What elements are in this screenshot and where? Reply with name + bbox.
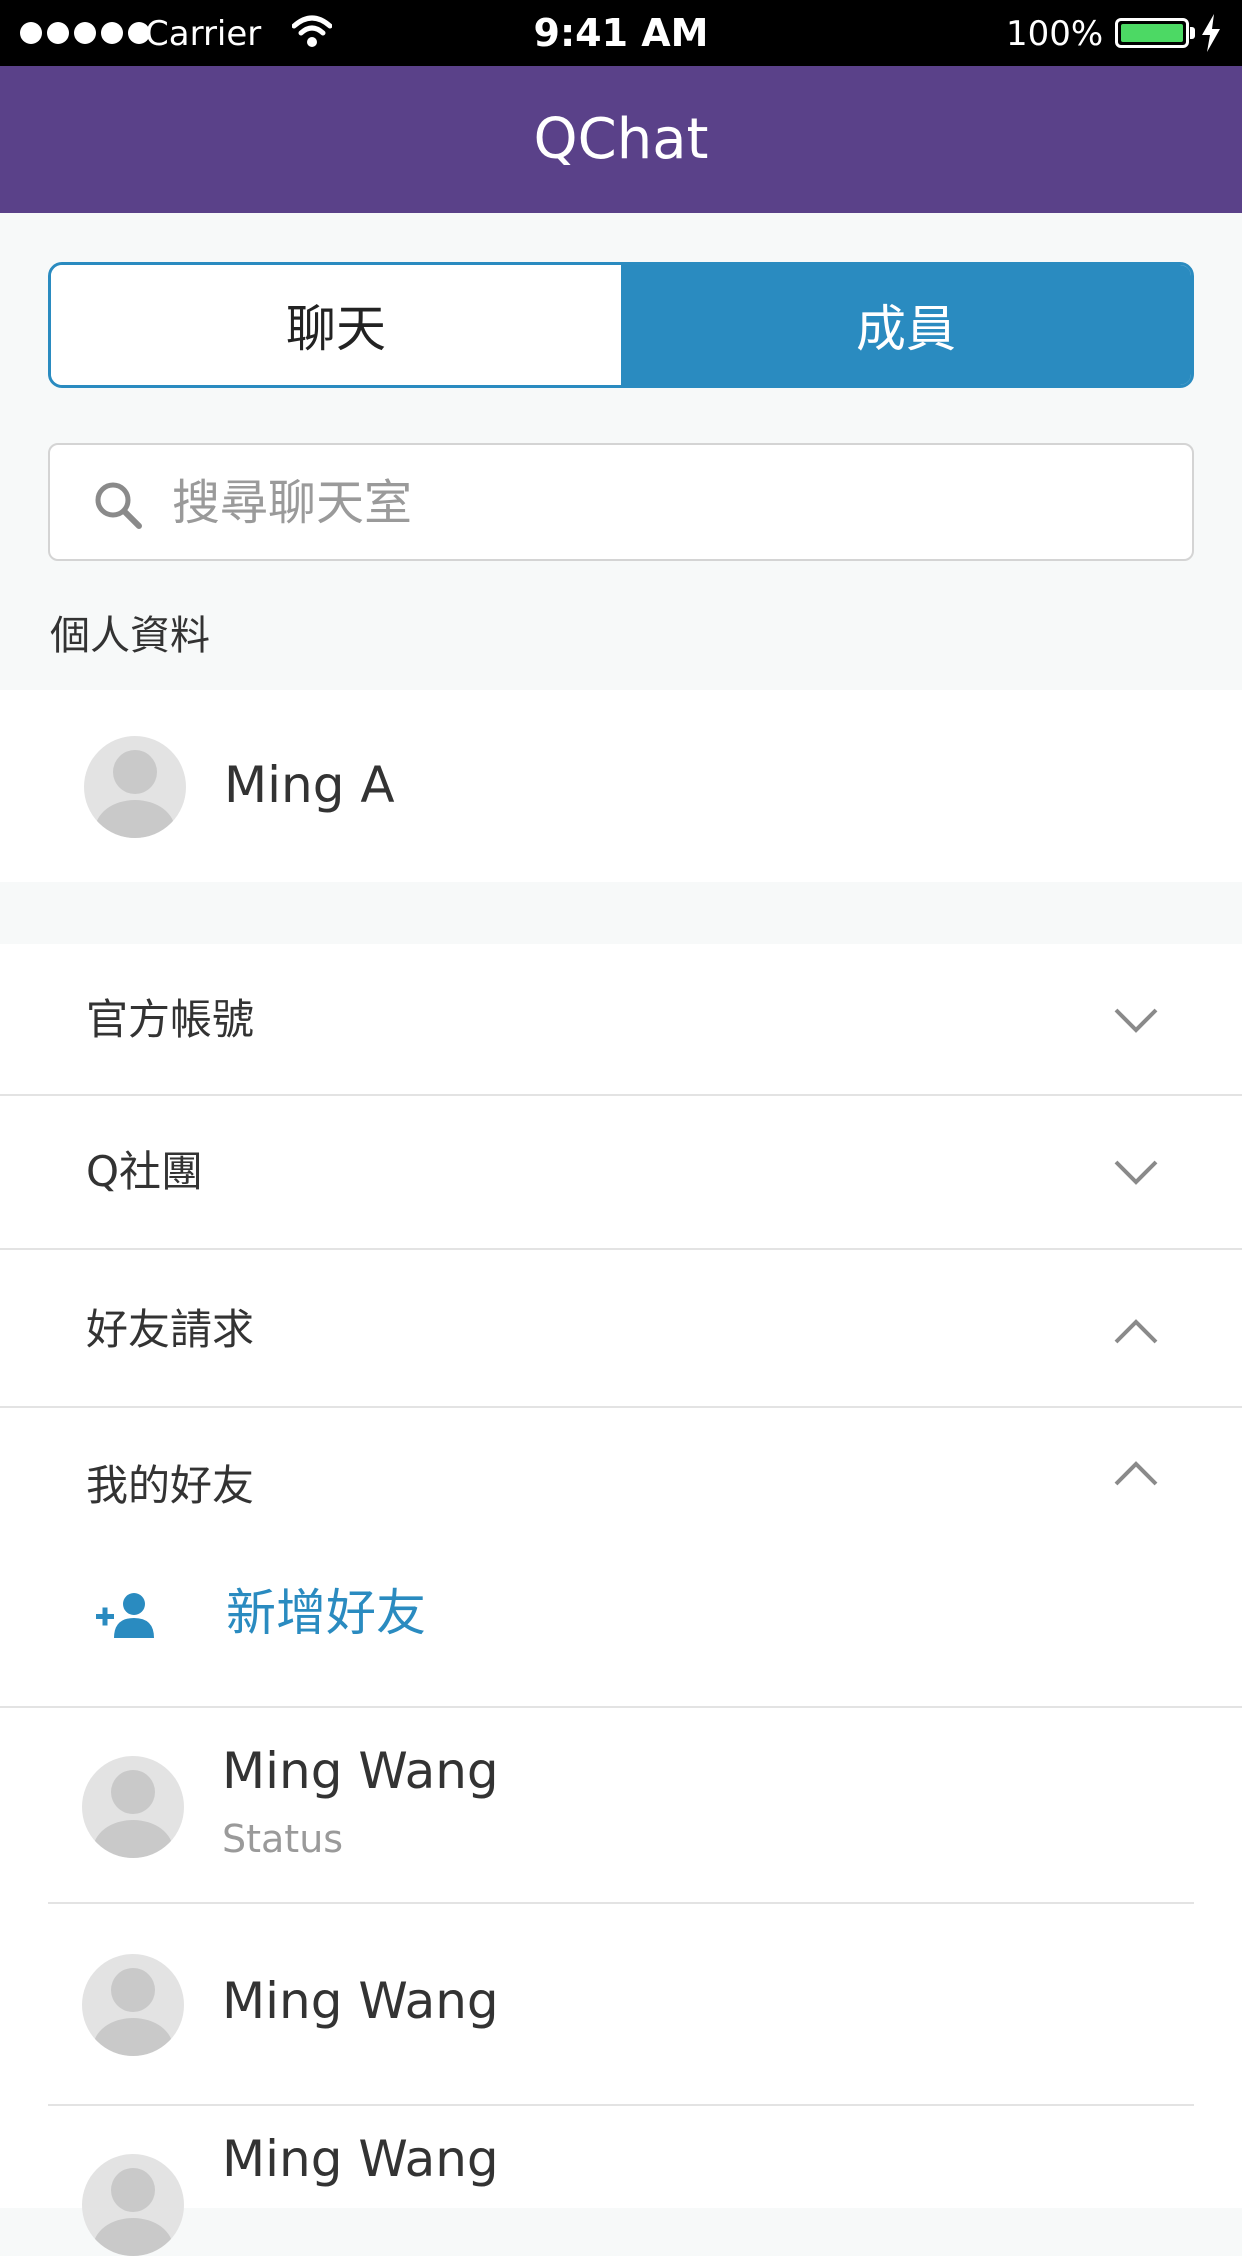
search-icon <box>95 482 142 529</box>
app-title: QChat <box>533 107 709 172</box>
list-item[interactable]: Ming Wang <box>0 1904 1242 2104</box>
add-person-icon <box>96 1593 154 1638</box>
battery-icon <box>1115 18 1189 48</box>
status-bar: Carrier 9:41 AM 100% <box>0 0 1242 66</box>
avatar <box>82 2154 184 2256</box>
chevron-up-icon <box>1114 1461 1158 1486</box>
navigation-bar: QChat <box>0 66 1242 213</box>
group-label: 好友請求 <box>86 1305 255 1354</box>
friend-status: Status <box>222 1817 344 1861</box>
tab-chat[interactable]: 聊天 <box>51 265 621 385</box>
profile-row[interactable]: Ming A <box>0 690 1242 882</box>
group-official-accounts[interactable]: 官方帳號 <box>0 944 1242 1096</box>
group-friend-requests[interactable]: 好友請求 <box>0 1250 1242 1408</box>
avatar <box>84 736 186 838</box>
group-label: Q社團 <box>86 1147 204 1196</box>
battery-percentage: 100% <box>1006 14 1104 54</box>
profile-section-label: 個人資料 <box>50 613 210 659</box>
add-friend-button[interactable]: 新增好友 <box>0 1558 1242 1708</box>
chevron-down-icon <box>1114 1008 1158 1033</box>
friend-name: Ming Wang <box>222 1742 499 1800</box>
group-my-friends[interactable]: 我的好友 <box>0 1408 1242 1558</box>
profile-name: Ming A <box>224 756 395 814</box>
avatar <box>82 1954 184 2056</box>
group-label: 我的好友 <box>86 1461 255 1510</box>
add-friend-label: 新增好友 <box>226 1584 426 1642</box>
tab-members[interactable]: 成員 <box>621 265 1191 385</box>
chevron-down-icon <box>1114 1160 1158 1185</box>
chevron-up-icon <box>1114 1319 1158 1344</box>
friend-name: Ming Wang <box>222 2130 499 2188</box>
charging-bolt-icon <box>1202 14 1220 52</box>
group-q-club[interactable]: Q社團 <box>0 1096 1242 1250</box>
group-label: 官方帳號 <box>86 995 255 1044</box>
list-item[interactable]: Ming Wang Status <box>0 1708 1242 1902</box>
list-item[interactable]: Ming Wang <box>0 2106 1242 2256</box>
search-bar <box>48 443 1194 561</box>
friend-name: Ming Wang <box>222 1972 499 2030</box>
friends-list: Ming Wang Status Ming Wang Ming Wang <box>0 1708 1242 2256</box>
avatar <box>82 1756 184 1858</box>
search-input[interactable] <box>170 445 1172 561</box>
segmented-control: 聊天 成員 <box>48 262 1194 388</box>
